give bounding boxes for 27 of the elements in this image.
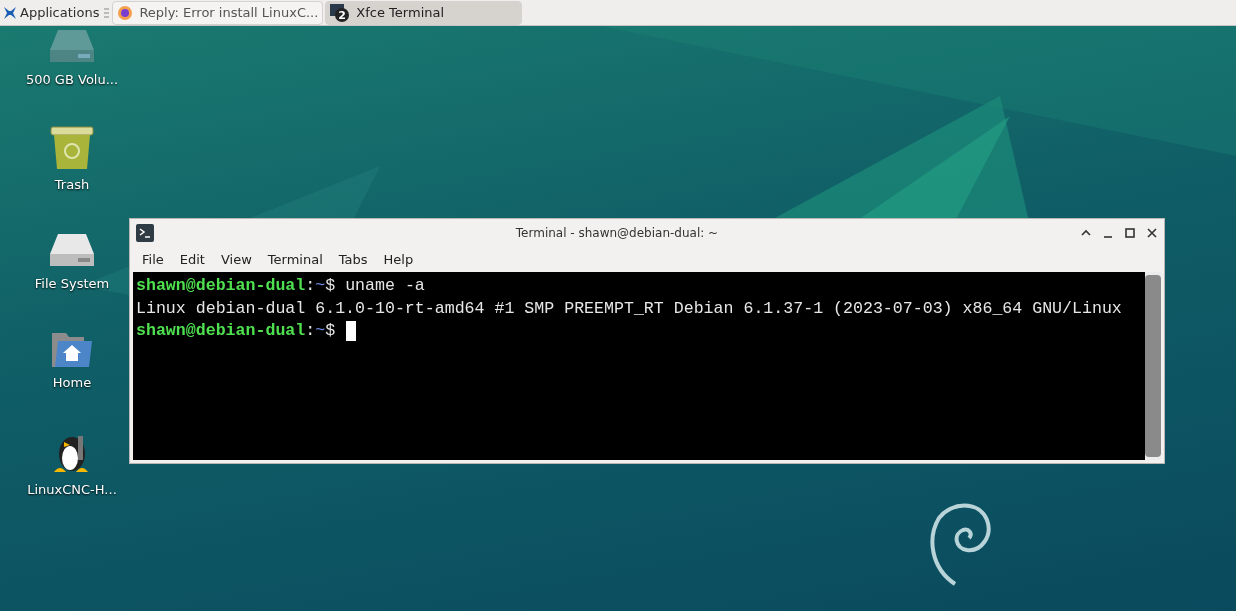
menu-item[interactable]: Terminal <box>259 251 331 267</box>
xfce-logo-icon <box>3 5 17 20</box>
browser-icon <box>117 4 134 21</box>
window-title: Terminal - shawn@debian-dual: ~ <box>514 225 720 240</box>
close-icon[interactable] <box>1146 226 1158 239</box>
menu-item[interactable]: Help <box>375 251 422 267</box>
terminal-app-icon <box>136 223 154 242</box>
maximize-icon[interactable] <box>1124 226 1136 239</box>
task-count-label: 2 <box>338 8 347 22</box>
menu-item[interactable]: Edit <box>171 251 213 267</box>
menu-item[interactable]: Tabs <box>330 251 376 267</box>
terminal-area[interactable]: shawn@debian-dual:~$ uname -a Linux debian-dual 6.1.0-10-rt-amd64 #1 SMP PREEMPT_RT Debian 6.1.37-1 (2023-07-03) x86_64 GNU/Linux shawn@debian-dual:~$ <box>133 272 1161 460</box>
desktop-icon-label[interactable]: LinuxCNC-H... <box>27 482 117 497</box>
output-text: Linux debian-dual 6.1.0-10-rt-amd64 #1 SMP PREEMPT_RT Debian 6.1.37-1 (2023-07-03) x86_64 GNU/Linux <box>136 297 1122 320</box>
desktop-icon-label[interactable]: File System <box>34 276 110 291</box>
prompt-text: shawn@debian-dual:~$ <box>136 320 337 342</box>
menu-item[interactable]: File <box>134 251 172 267</box>
menu-item[interactable]: View <box>212 251 260 267</box>
applications-menu-button[interactable]: Applications <box>0 0 102 26</box>
taskbar-button[interactable]: Reply: Error install LinuxC... <box>112 0 324 25</box>
trash-icon[interactable] <box>49 125 95 171</box>
desktop-icon-label[interactable]: 500 GB Volu... <box>25 72 119 87</box>
panel-handle-icon[interactable] <box>104 7 110 18</box>
desktop-icon-label[interactable]: Home <box>52 375 92 390</box>
desktop-icon-label[interactable]: Trash <box>54 177 90 192</box>
prompt-text: shawn@debian-dual:~$ uname -a <box>136 275 425 297</box>
taskbar-button[interactable]: 2 Xfce Terminal <box>325 0 523 25</box>
